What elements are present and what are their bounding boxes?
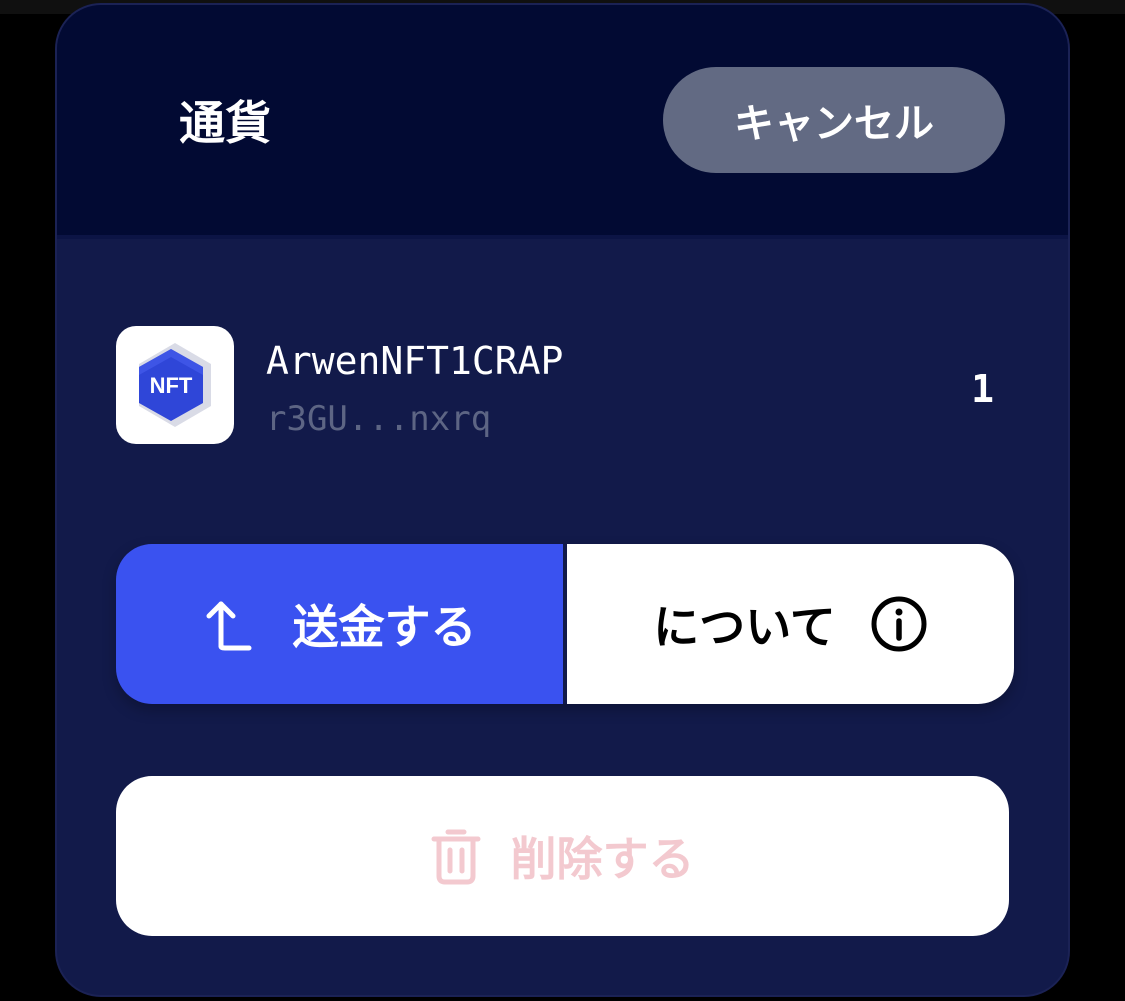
nft-icon-label: NFT [150,373,193,398]
about-button[interactable]: について [567,544,1014,704]
token-name: ArwenNFT1CRAP [266,339,564,383]
trash-icon [431,826,481,886]
delete-button-label: 削除する [510,832,695,886]
nft-token-icon: NFT [116,326,234,444]
nft-hexagon-icon: NFT [139,343,211,427]
token-address: r3GU...nxrq [266,399,492,439]
about-button-label: について [653,600,836,654]
send-button[interactable]: 送金する [116,544,563,704]
page-title: 通貨 [179,96,271,150]
currency-sheet: 通貨 キャンセル NFT ArwenNFT1CRAP r3GU...nxrq 1 [57,5,1068,995]
delete-button[interactable]: 削除する [116,776,1009,936]
send-button-label: 送金する [292,600,477,654]
action-button-group: 送金する について [116,544,1014,704]
cancel-button[interactable]: キャンセル [663,67,1005,173]
token-row: NFT ArwenNFT1CRAP r3GU...nxrq 1 [116,326,1006,444]
info-circle-icon [870,595,928,653]
arrow-up-turn-icon [203,596,255,652]
token-amount: 1 [971,367,994,411]
sheet-header: 通貨 キャンセル [57,5,1068,239]
